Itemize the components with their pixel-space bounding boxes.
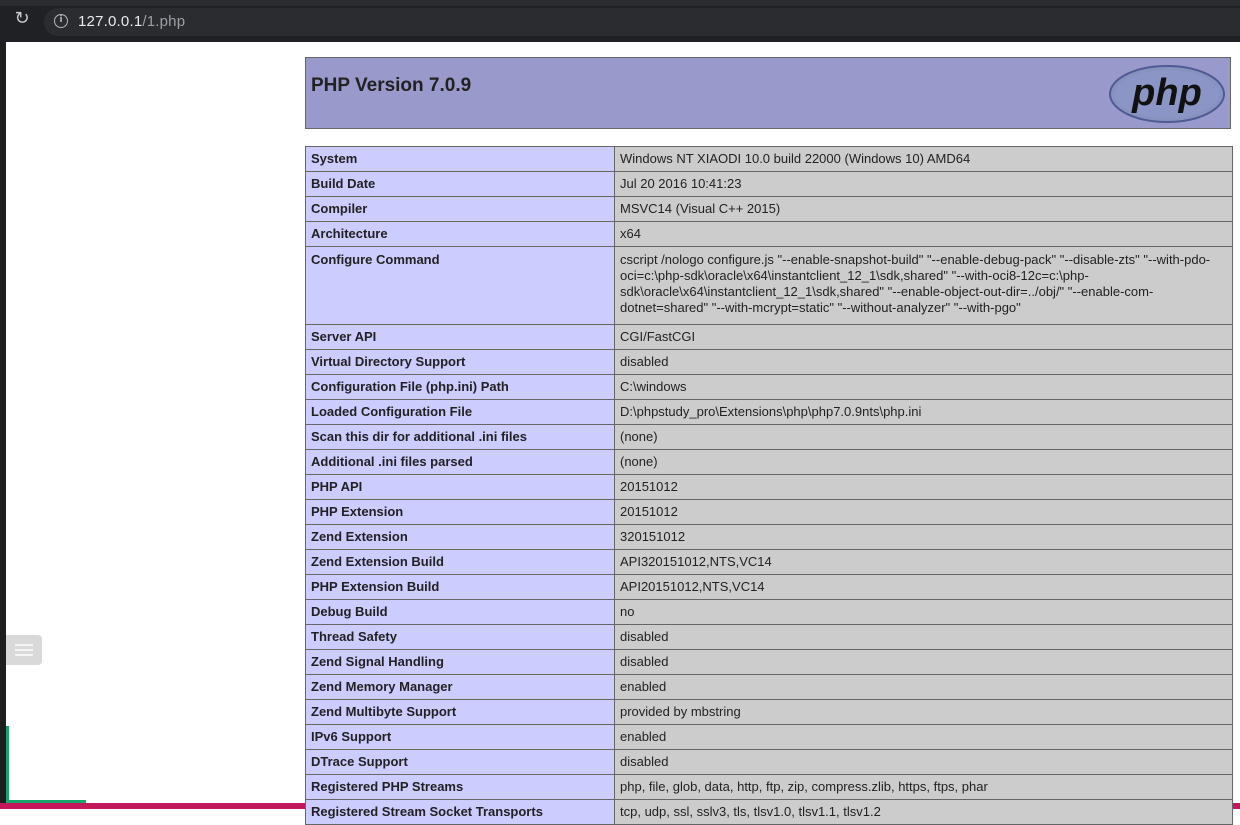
url-path: /1.php	[142, 13, 186, 30]
phpinfo-header: PHP Version 7.0.9 php	[305, 57, 1231, 129]
table-row: Debug Build no	[305, 599, 1233, 625]
row-value: 20151012	[614, 474, 1233, 500]
table-row: Additional .ini files parsed (none)	[305, 449, 1233, 475]
row-value: disabled	[614, 349, 1233, 375]
row-value: 20151012	[614, 499, 1233, 525]
row-label: PHP Extension	[305, 499, 615, 525]
row-value: API20151012,NTS,VC14	[614, 574, 1233, 600]
row-value: disabled	[614, 624, 1233, 650]
row-value: Jul 20 2016 10:41:23	[614, 171, 1233, 197]
table-row: DTrace Support disabled	[305, 749, 1233, 775]
php-logo-text: php	[1131, 72, 1202, 114]
page-title: PHP Version 7.0.9	[311, 75, 472, 96]
table-row: Thread Safety disabled	[305, 624, 1233, 650]
row-value: no	[614, 599, 1233, 625]
row-label: Zend Extension Build	[305, 549, 615, 575]
address-bar[interactable]: i 127.0.0.1/1.php	[44, 8, 1240, 36]
row-value: disabled	[614, 749, 1233, 775]
table-row: Compiler MSVC14 (Visual C++ 2015)	[305, 196, 1233, 222]
table-row: Loaded Configuration File D:\phpstudy_pro…	[305, 399, 1233, 425]
row-label: Registered Stream Socket Transports	[305, 799, 615, 825]
table-row: Architecture x64	[305, 221, 1233, 247]
url-text[interactable]: 127.0.0.1/1.php	[78, 12, 185, 32]
info-icon[interactable]: i	[54, 14, 68, 28]
row-value: C:\windows	[614, 374, 1233, 400]
row-label: System	[305, 146, 615, 172]
table-row: Virtual Directory Support disabled	[305, 349, 1233, 375]
row-label: Loaded Configuration File	[305, 399, 615, 425]
row-label: Zend Memory Manager	[305, 674, 615, 700]
table-row: Zend Signal Handling disabled	[305, 649, 1233, 675]
table-row: Build Date Jul 20 2016 10:41:23	[305, 171, 1233, 197]
table-row: Registered Stream Socket Transports tcp, …	[305, 799, 1233, 825]
row-label: Build Date	[305, 171, 615, 197]
row-label: Configuration File (php.ini) Path	[305, 374, 615, 400]
row-label: Registered PHP Streams	[305, 774, 615, 800]
row-label: PHP API	[305, 474, 615, 500]
row-label: Thread Safety	[305, 624, 615, 650]
table-row: Configure Command cscript /nologo configu…	[305, 246, 1233, 325]
row-value: (none)	[614, 449, 1233, 475]
row-label: Virtual Directory Support	[305, 349, 615, 375]
php-logo-icon[interactable]: php	[1108, 64, 1226, 124]
table-row: PHP Extension Build API20151012,NTS,VC14	[305, 574, 1233, 600]
row-value: enabled	[614, 674, 1233, 700]
row-label: Additional .ini files parsed	[305, 449, 615, 475]
row-value: CGI/FastCGI	[614, 324, 1233, 350]
table-row: Zend Extension 320151012	[305, 524, 1233, 550]
row-label: Zend Multibyte Support	[305, 699, 615, 725]
row-value: cscript /nologo configure.js "--enable-s…	[614, 246, 1233, 325]
list-icon[interactable]	[6, 635, 42, 665]
row-value: tcp, udp, ssl, sslv3, tls, tlsv1.0, tlsv…	[614, 799, 1233, 825]
row-value: (none)	[614, 424, 1233, 450]
table-row: PHP API 20151012	[305, 474, 1233, 500]
url-host: 127.0.0.1	[78, 13, 143, 30]
table-row: Zend Memory Manager enabled	[305, 674, 1233, 700]
left-edge	[0, 42, 6, 809]
row-value: MSVC14 (Visual C++ 2015)	[614, 196, 1233, 222]
row-label: IPv6 Support	[305, 724, 615, 750]
phpinfo-table: System Windows NT XIAODI 10.0 build 22000…	[305, 146, 1233, 825]
table-row: PHP Extension 20151012	[305, 499, 1233, 525]
browser-toolbar: ↻ i 127.0.0.1/1.php	[0, 0, 1240, 42]
table-row: Zend Multibyte Support provided by mbstri…	[305, 699, 1233, 725]
row-label: Zend Signal Handling	[305, 649, 615, 675]
row-value: provided by mbstring	[614, 699, 1233, 725]
side-accent-bar	[6, 726, 9, 806]
table-row: Server API CGI/FastCGI	[305, 324, 1233, 350]
table-row: System Windows NT XIAODI 10.0 build 22000…	[305, 146, 1233, 172]
row-value: API320151012,NTS,VC14	[614, 549, 1233, 575]
table-row: Scan this dir for additional .ini files(…	[305, 424, 1233, 450]
table-row: Configuration File (php.ini) Path C:\wind…	[305, 374, 1233, 400]
row-value: disabled	[614, 649, 1233, 675]
row-value: Windows NT XIAODI 10.0 build 22000 (Wind…	[614, 146, 1233, 172]
row-label: Architecture	[305, 221, 615, 247]
row-label: Server API	[305, 324, 615, 350]
row-label: DTrace Support	[305, 749, 615, 775]
table-row: IPv6 Support enabled	[305, 724, 1233, 750]
row-value: 320151012	[614, 524, 1233, 550]
table-row: Zend Extension Build API320151012,NTS,VC1…	[305, 549, 1233, 575]
row-label: PHP Extension Build	[305, 574, 615, 600]
row-label: Scan this dir for additional .ini files	[305, 424, 615, 450]
row-label: Configure Command	[305, 246, 615, 325]
row-value: enabled	[614, 724, 1233, 750]
row-label: Zend Extension	[305, 524, 615, 550]
tab-strip	[0, 0, 1240, 6]
table-row: Registered PHP Streams php, file, glob, d…	[305, 774, 1233, 800]
row-value: x64	[614, 221, 1233, 247]
reload-icon[interactable]: ↻	[12, 9, 32, 29]
row-value: php, file, glob, data, http, ftp, zip, c…	[614, 774, 1233, 800]
row-value: D:\phpstudy_pro\Extensions\php\php7.0.9n…	[614, 399, 1233, 425]
row-label: Compiler	[305, 196, 615, 222]
row-label: Debug Build	[305, 599, 615, 625]
